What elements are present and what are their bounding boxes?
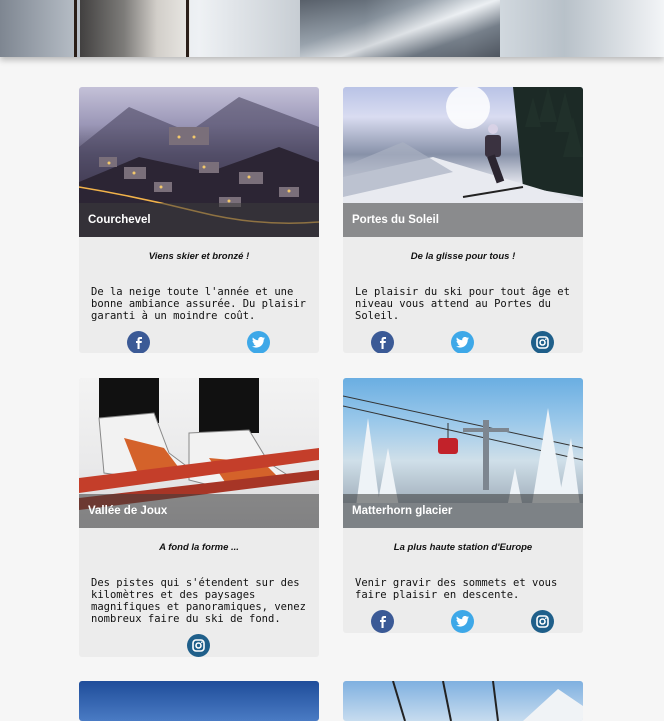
resort-description: Venir gravir des sommets et vous faire p… [355, 577, 558, 601]
hero-skier-shape [80, 0, 190, 57]
resort-tagline: A fond la forme ... [159, 542, 239, 553]
resort-image-partial[interactable] [343, 681, 583, 721]
resort-card-partial [79, 681, 319, 721]
twitter-icon [456, 616, 469, 627]
instagram-button[interactable] [531, 331, 554, 353]
resort-card-matterhorn-glacier: Matterhorn glacier La plus haute station… [343, 378, 583, 633]
resort-tagline: Viens skier et bronzé ! [148, 251, 250, 262]
instagram-button[interactable] [531, 610, 554, 633]
resort-image-vallee-de-joux[interactable]: Vallée de Joux [79, 378, 319, 528]
resort-description: De la neige toute l'année et une bonne a… [91, 286, 306, 322]
instagram-icon [536, 615, 549, 628]
resort-image-partial[interactable] [79, 681, 319, 721]
twitter-button[interactable] [451, 610, 474, 633]
hero-ski-pole [74, 0, 77, 57]
twitter-button[interactable] [247, 331, 270, 353]
hero-mountain-shape [300, 0, 500, 57]
facebook-icon [379, 615, 386, 628]
resort-image-courchevel[interactable]: Courchevel [79, 87, 319, 237]
twitter-icon [252, 337, 265, 348]
hero-ski-pole [186, 0, 189, 57]
resort-title: Vallée de Joux [79, 494, 319, 528]
resort-card-partial [343, 681, 583, 721]
instagram-icon [192, 639, 205, 652]
resort-title: Courchevel [79, 203, 319, 237]
resort-description: Le plaisir du ski pour tout âge et nivea… [355, 286, 570, 322]
social-links [79, 634, 319, 657]
facebook-button[interactable] [371, 331, 394, 353]
instagram-icon [536, 336, 549, 349]
ski-lift-illustration [392, 681, 583, 721]
social-links [79, 331, 319, 353]
social-links [343, 331, 583, 353]
resort-tagline: De la glisse pour tous ! [410, 251, 516, 262]
twitter-icon [456, 337, 469, 348]
facebook-icon [135, 336, 142, 349]
resort-card-vallee-de-joux: Vallée de Joux A fond la forme ... Des p… [79, 378, 319, 657]
resort-title: Matterhorn glacier [343, 494, 583, 528]
twitter-button[interactable] [451, 331, 474, 353]
facebook-button[interactable] [127, 331, 150, 353]
instagram-button[interactable] [187, 634, 210, 657]
resort-image-matterhorn-glacier[interactable]: Matterhorn glacier [343, 378, 583, 528]
resort-image-portes-du-soleil[interactable]: Portes du Soleil [343, 87, 583, 237]
resort-tagline: La plus haute station d'Europe [393, 542, 533, 553]
resort-title: Portes du Soleil [343, 203, 583, 237]
resort-card-courchevel: Courchevel Viens skier et bronzé ! De la… [79, 87, 319, 353]
resort-description: Des pistes qui s'étendent sur des kilomè… [91, 577, 306, 625]
hero-banner-image [0, 0, 664, 57]
social-links [343, 610, 583, 633]
facebook-button[interactable] [371, 610, 394, 633]
resort-card-portes-du-soleil: Portes du Soleil De la glisse pour tous … [343, 87, 583, 353]
facebook-icon [379, 336, 386, 349]
